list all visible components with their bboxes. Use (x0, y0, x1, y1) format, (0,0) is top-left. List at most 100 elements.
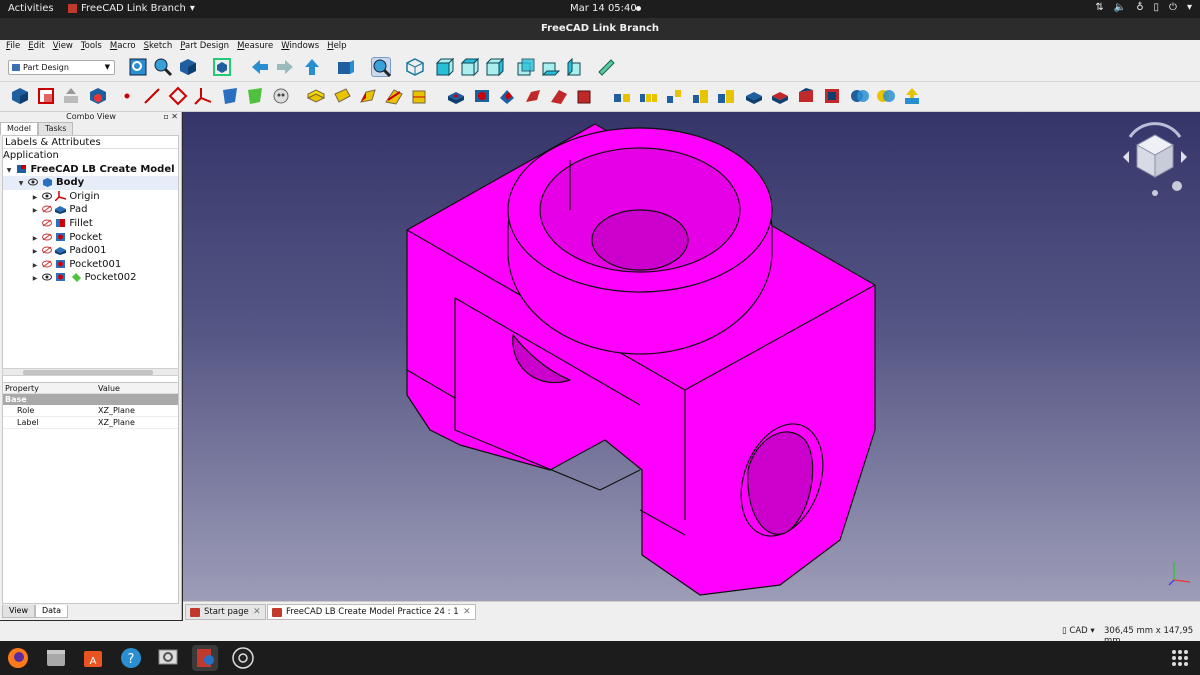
tree-feature-pad001[interactable]: ▶ Pad001 (3, 244, 178, 258)
nav-left-arrow-icon[interactable] (1123, 151, 1129, 163)
tree-feature-pocket001[interactable]: ▶ Pocket001 (3, 258, 178, 272)
tree-horizontal-scrollbar[interactable] (2, 368, 179, 376)
menu-windows[interactable]: Windows (281, 40, 319, 52)
tree-feature-pocket[interactable]: ▶ Pocket (3, 231, 178, 245)
hidden-eye-icon[interactable] (42, 205, 53, 213)
workbench-selector[interactable]: Part Design ▼ (8, 60, 115, 75)
create-sketch-button[interactable] (36, 86, 56, 106)
tab-tasks[interactable]: Tasks (38, 122, 74, 135)
software-center-icon[interactable]: A (80, 645, 106, 671)
show-applications-icon[interactable] (1172, 650, 1188, 666)
menu-part-design[interactable]: Part Design (180, 40, 229, 52)
model-tree[interactable]: Labels & Attributes Application ▼ FreeCA… (2, 135, 179, 393)
fillet-button[interactable] (744, 86, 764, 106)
hole-button[interactable] (472, 86, 492, 106)
system-tray[interactable]: ⇅ 🔈 ♁ ▯ ⏻ ▾ (1095, 2, 1192, 13)
datum-line-button[interactable] (142, 86, 162, 106)
expand-arrow-icon[interactable]: ▼ (5, 164, 13, 178)
fit-all-button[interactable] (153, 57, 173, 77)
expand-arrow-icon[interactable]: ▶ (31, 272, 39, 286)
pad-button[interactable] (306, 86, 326, 106)
subtractive-pipe-button[interactable] (549, 86, 569, 106)
hidden-eye-icon[interactable] (42, 246, 53, 254)
navigation-cube[interactable] (1115, 117, 1195, 201)
menu-help[interactable]: Help (327, 40, 346, 52)
datum-plane-button[interactable] (168, 86, 188, 106)
subshape-binder-button[interactable] (220, 86, 240, 106)
local-cs-button[interactable] (193, 86, 213, 106)
3d-viewport[interactable] (183, 112, 1200, 601)
firefox-icon[interactable] (5, 645, 31, 671)
property-row-label[interactable]: Label XZ_Plane (3, 417, 178, 429)
hidden-eye-icon[interactable] (42, 260, 53, 268)
screenshot-icon[interactable] (155, 645, 181, 671)
tab-start-page[interactable]: Start page ✕ (185, 604, 266, 620)
measure-distance-button[interactable] (596, 57, 616, 77)
subtractive-loft-button[interactable] (523, 86, 543, 106)
hidden-eye-icon[interactable] (42, 233, 53, 241)
nav-right-arrow-icon[interactable] (1181, 151, 1187, 163)
help-icon[interactable]: ? (118, 645, 144, 671)
expand-arrow-icon[interactable]: ▶ (31, 232, 39, 246)
part-model[interactable] (183, 112, 1200, 601)
view-isometric-button[interactable] (405, 57, 425, 77)
polar-pattern-button[interactable] (664, 86, 684, 106)
forward-button[interactable] (275, 57, 295, 77)
panel-controls[interactable]: ▫ ✕ (163, 112, 178, 122)
view-bottom-button[interactable] (541, 57, 561, 77)
shape-binder-sub-button[interactable] (271, 86, 291, 106)
tab-data[interactable]: Data (34, 605, 69, 618)
menu-measure[interactable]: Measure (237, 40, 273, 52)
property-value[interactable]: XZ_Plane (96, 417, 135, 428)
visibility-eye-icon[interactable] (42, 273, 53, 281)
linear-pattern-button[interactable] (638, 86, 658, 106)
up-button[interactable] (302, 57, 322, 77)
subtractive-primitive-button[interactable] (575, 86, 595, 106)
close-icon[interactable]: ✕ (253, 605, 261, 620)
additive-loft-button[interactable] (358, 86, 378, 106)
activities-button[interactable]: Activities (8, 3, 54, 14)
tree-feature-pocket002[interactable]: ▶ Pocket002 (3, 271, 178, 285)
additive-pipe-button[interactable] (384, 86, 404, 106)
bounding-box-button[interactable] (212, 57, 232, 77)
thickness-button[interactable] (822, 86, 842, 106)
expand-arrow-icon[interactable]: ▼ (17, 177, 25, 191)
menu-sketch[interactable]: Sketch (144, 40, 173, 52)
select-filter-button[interactable] (128, 57, 148, 77)
hidden-eye-icon[interactable] (42, 219, 53, 227)
menu-edit[interactable]: Edit (28, 40, 44, 52)
revolution-button[interactable] (332, 86, 352, 106)
validate-sketch-button[interactable] (61, 86, 81, 106)
menu-view[interactable]: View (53, 40, 73, 52)
create-body-button[interactable] (10, 86, 30, 106)
tab-view[interactable]: View (2, 605, 35, 618)
std-view-button[interactable] (335, 57, 355, 77)
mirrored-button[interactable] (612, 86, 632, 106)
pocket-button[interactable] (446, 86, 466, 106)
property-row-role[interactable]: Role XZ_Plane (3, 405, 178, 417)
boolean-button[interactable] (850, 86, 870, 106)
property-column-header[interactable]: Property (3, 383, 96, 393)
multi-transform-button[interactable] (716, 86, 736, 106)
tree-document-row[interactable]: ▼ FreeCAD LB Create Model (3, 163, 178, 177)
chamfer-button[interactable] (770, 86, 790, 106)
expand-arrow-icon[interactable]: ▶ (31, 191, 39, 205)
scaled-button[interactable] (690, 86, 710, 106)
property-value[interactable]: XZ_Plane (96, 405, 135, 416)
tree-feature-fillet[interactable]: Fillet (3, 217, 178, 231)
datum-point-button[interactable] (117, 86, 137, 106)
back-button[interactable] (250, 57, 270, 77)
tab-model-document[interactable]: FreeCAD LB Create Model Practice 24 : 1 … (267, 604, 476, 620)
tree-application-row[interactable]: Application (3, 149, 178, 163)
nav-menu-icon[interactable] (1172, 181, 1182, 191)
migrate-button[interactable] (902, 86, 922, 106)
menu-tools[interactable]: Tools (81, 40, 102, 52)
boolean-fuse-button[interactable] (876, 86, 896, 106)
visibility-eye-icon[interactable] (28, 178, 39, 186)
additive-primitive-button[interactable] (410, 86, 430, 106)
shape-binder-button[interactable] (88, 86, 108, 106)
view-right-button[interactable] (485, 57, 505, 77)
obs-icon[interactable] (230, 645, 256, 671)
freecad-dock-icon[interactable] (192, 645, 218, 671)
view-top-button[interactable] (460, 57, 480, 77)
